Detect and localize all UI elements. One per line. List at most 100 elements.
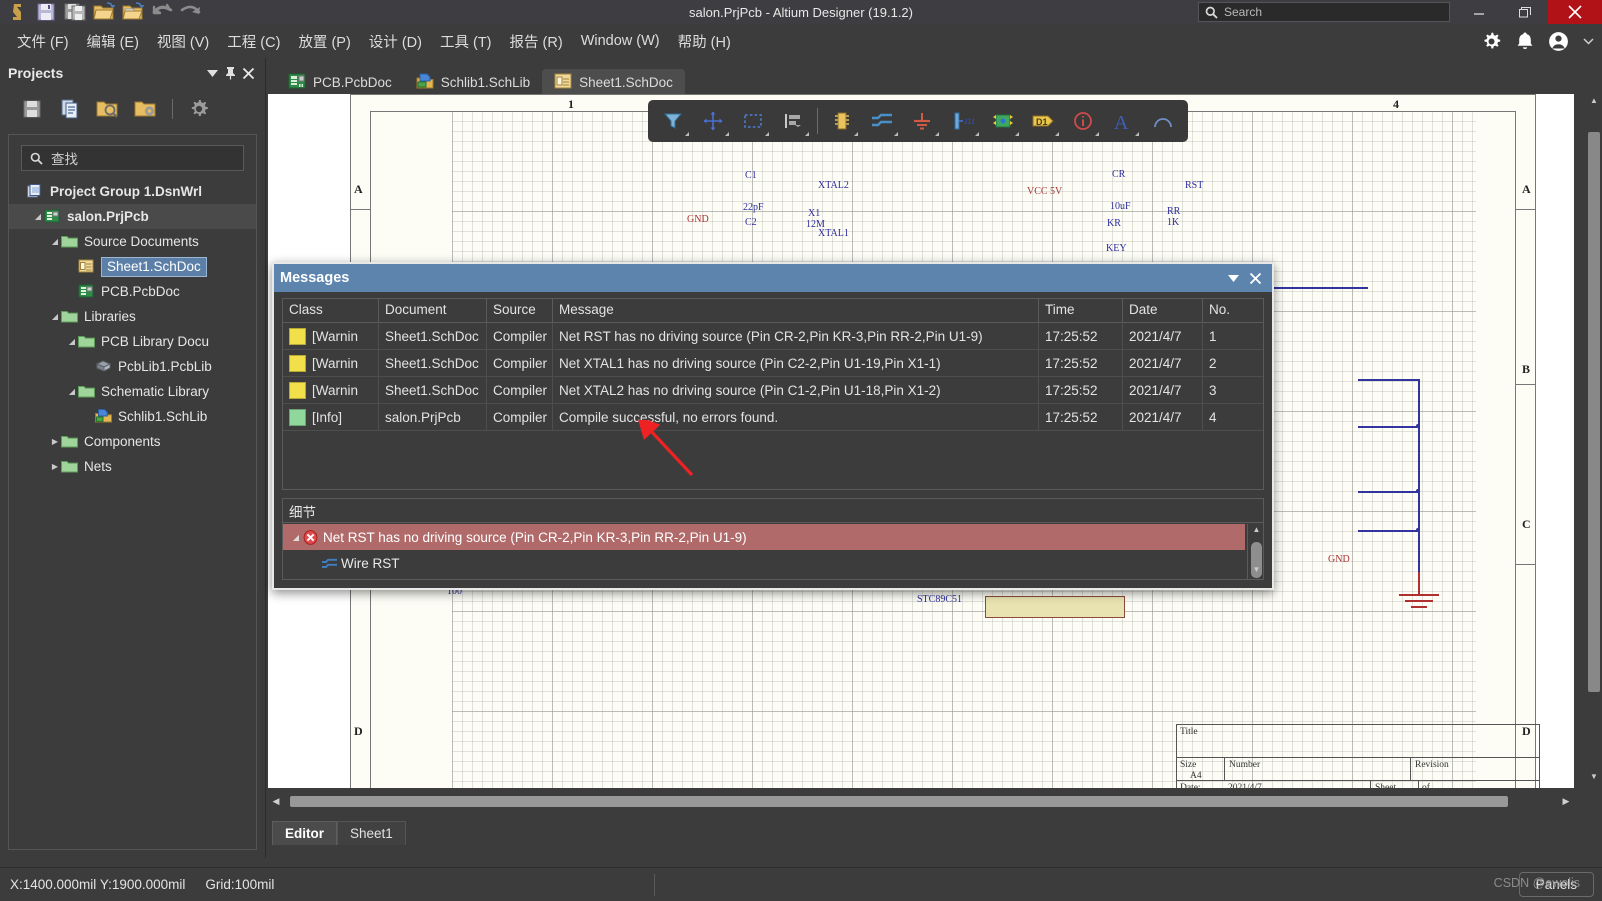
settings-gear-icon[interactable] — [187, 97, 211, 121]
place-port-icon[interactable]: 111 — [944, 103, 982, 139]
detail-row[interactable]: Pin CR-2 — [283, 576, 1247, 579]
open-project-icon[interactable] — [120, 1, 146, 23]
chevron-down-icon[interactable] — [1222, 267, 1244, 289]
menu-design[interactable]: 设计 (D) — [360, 27, 431, 56]
horizontal-scroll-thumb[interactable] — [290, 795, 1508, 807]
close-button[interactable] — [1548, 0, 1602, 24]
save-icon[interactable] — [20, 97, 44, 121]
pin-icon[interactable] — [221, 64, 239, 82]
tree-item-pcb-library-docu[interactable]: ◢ PCB Library Docu — [9, 329, 256, 354]
messages-table[interactable]: Class Document Source Message Time Date … — [282, 298, 1264, 490]
scroll-left-icon[interactable]: ◀ — [268, 796, 284, 807]
tab-editor[interactable]: Editor — [272, 821, 337, 845]
tree-item-sheet1-schdoc[interactable]: Sheet1.SchDoc — [9, 254, 256, 279]
place-arc-icon[interactable] — [1144, 103, 1182, 139]
messages-dialog[interactable]: Messages Class Document Source Message T… — [272, 262, 1274, 590]
tree-item-schlib1-schlib[interactable]: Schlib1.SchLib — [9, 404, 256, 429]
menu-file[interactable]: 文件 (F) — [8, 27, 78, 56]
tree-item-libraries[interactable]: ◢ Libraries — [9, 304, 256, 329]
minimize-button[interactable] — [1456, 0, 1502, 24]
save-icon[interactable] — [33, 1, 59, 23]
scroll-down-icon[interactable]: ▼ — [1588, 772, 1600, 786]
menu-tools[interactable]: 工具 (T) — [431, 27, 501, 56]
restore-button[interactable] — [1502, 0, 1548, 24]
column-header-time[interactable]: Time — [1039, 299, 1123, 322]
tree-toggle-expanded-icon[interactable]: ◢ — [66, 337, 78, 346]
tree-toggle-expanded-icon[interactable]: ◢ — [289, 533, 303, 542]
doc-tab-schlib[interactable]: Schlib1.SchLib — [404, 69, 542, 96]
redo-icon[interactable] — [178, 1, 204, 23]
align-icon[interactable] — [774, 103, 812, 139]
filter-icon[interactable] — [654, 103, 692, 139]
place-sheet-symbol-icon[interactable] — [984, 103, 1022, 139]
find-input[interactable]: 查找 — [21, 145, 244, 171]
place-wire-icon[interactable] — [863, 103, 901, 139]
scroll-up-icon[interactable]: ▲ — [1251, 525, 1262, 538]
tree-item-source-documents[interactable]: ◢ Source Documents — [9, 229, 256, 254]
tab-sheet1[interactable]: Sheet1 — [337, 821, 406, 845]
menu-reports[interactable]: 报告 (R) — [501, 27, 572, 56]
place-no-erc-icon[interactable] — [1064, 103, 1102, 139]
detail-row[interactable]: ◢ Net RST has no driving source (Pin CR-2… — [283, 524, 1245, 550]
chevron-down-icon[interactable] — [203, 64, 221, 82]
tree-toggle-expanded-icon[interactable]: ◢ — [32, 212, 44, 221]
select-area-icon[interactable] — [734, 103, 772, 139]
tree-item-nets[interactable]: ▶ Nets — [9, 454, 256, 479]
doc-tab-pcb[interactable]: PCB.PcbDoc — [276, 69, 404, 96]
gear-icon[interactable] — [1481, 31, 1502, 52]
undo-icon[interactable] — [149, 1, 175, 23]
menu-window[interactable]: Window (W) — [572, 29, 669, 53]
canvas-horizontal-scrollbar[interactable]: ◀ ▶ — [268, 792, 1574, 810]
bell-icon[interactable] — [1516, 31, 1534, 51]
canvas-vertical-scrollbar[interactable]: ▲ ▼ — [1586, 94, 1602, 788]
tree-item-schematic-library[interactable]: ◢ Schematic Library — [9, 379, 256, 404]
table-row[interactable]: [Warnin Sheet1.SchDoc Compiler Net XTAL1 ha… — [283, 349, 1263, 377]
tree-item-pcb-pcbdoc[interactable]: PCB.PcbDoc — [9, 279, 256, 304]
vertical-scroll-thumb[interactable] — [1588, 132, 1600, 692]
scroll-up-icon[interactable]: ▲ — [1588, 96, 1600, 110]
menu-view[interactable]: 视图 (V) — [148, 27, 218, 56]
place-text-icon[interactable]: A — [1104, 103, 1142, 139]
table-row[interactable]: [Warnin Sheet1.SchDoc Compiler Net XTAL2 ha… — [283, 376, 1263, 404]
tree-toggle-expanded-icon[interactable]: ◢ — [49, 312, 61, 321]
column-header-no[interactable]: No. — [1203, 299, 1263, 322]
tree-item-pcblib1-pcblib[interactable]: PcbLib1.PcbLib — [9, 354, 256, 379]
chevron-down-icon[interactable] — [1583, 37, 1594, 45]
column-header-message[interactable]: Message — [553, 299, 1039, 322]
open-icon[interactable] — [91, 1, 117, 23]
menu-help[interactable]: 帮助 (H) — [669, 27, 740, 56]
tree-item-project-group-1-dsnwrl[interactable]: Project Group 1.DsnWrl — [9, 179, 256, 204]
open-project-browse-icon[interactable] — [96, 97, 120, 121]
tree-toggle-expanded-icon[interactable]: ◢ — [66, 387, 78, 396]
menu-project[interactable]: 工程 (C) — [218, 27, 289, 56]
doc-tab-sheet1[interactable]: Sheet1.SchDoc — [542, 69, 685, 96]
tree-toggle-expanded-icon[interactable]: ◢ — [49, 237, 61, 246]
column-header-source[interactable]: Source — [487, 299, 553, 322]
altium-logo-icon[interactable] — [4, 1, 30, 23]
column-header-date[interactable]: Date — [1123, 299, 1203, 322]
table-row[interactable]: [Info] salon.PrjPcb Compiler Compile succes… — [283, 403, 1263, 431]
account-icon[interactable] — [1548, 31, 1569, 52]
compile-documents-icon[interactable] — [58, 97, 82, 121]
details-vertical-scrollbar[interactable]: ▲ ▼ — [1247, 524, 1263, 579]
place-part-icon[interactable] — [823, 103, 861, 139]
tree-toggle-collapsed-icon[interactable]: ▶ — [49, 462, 61, 471]
close-icon[interactable] — [239, 64, 257, 82]
project-options-icon[interactable] — [134, 97, 158, 121]
column-header-class[interactable]: Class — [283, 299, 379, 322]
tree-toggle-collapsed-icon[interactable]: ▶ — [49, 437, 61, 446]
scroll-right-icon[interactable]: ▶ — [1558, 796, 1574, 807]
messages-dialog-titlebar[interactable]: Messages — [274, 264, 1272, 292]
detail-row[interactable]: Wire RST — [283, 550, 1247, 576]
scroll-down-icon[interactable]: ▼ — [1251, 565, 1262, 578]
column-header-document[interactable]: Document — [379, 299, 487, 322]
save-all-icon[interactable] — [62, 1, 88, 23]
close-icon[interactable] — [1244, 267, 1266, 289]
global-search-input[interactable]: Search — [1198, 2, 1450, 22]
move-crosshair-icon[interactable] — [694, 103, 732, 139]
tree-item-salon-prjpcb[interactable]: ◢ salon.PrjPcb — [9, 204, 256, 229]
table-row[interactable]: [Warnin Sheet1.SchDoc Compiler Net RST has … — [283, 322, 1263, 350]
menu-edit[interactable]: 编辑 (E) — [78, 27, 148, 56]
menu-place[interactable]: 放置 (P) — [289, 27, 359, 56]
place-gnd-icon[interactable] — [903, 103, 941, 139]
